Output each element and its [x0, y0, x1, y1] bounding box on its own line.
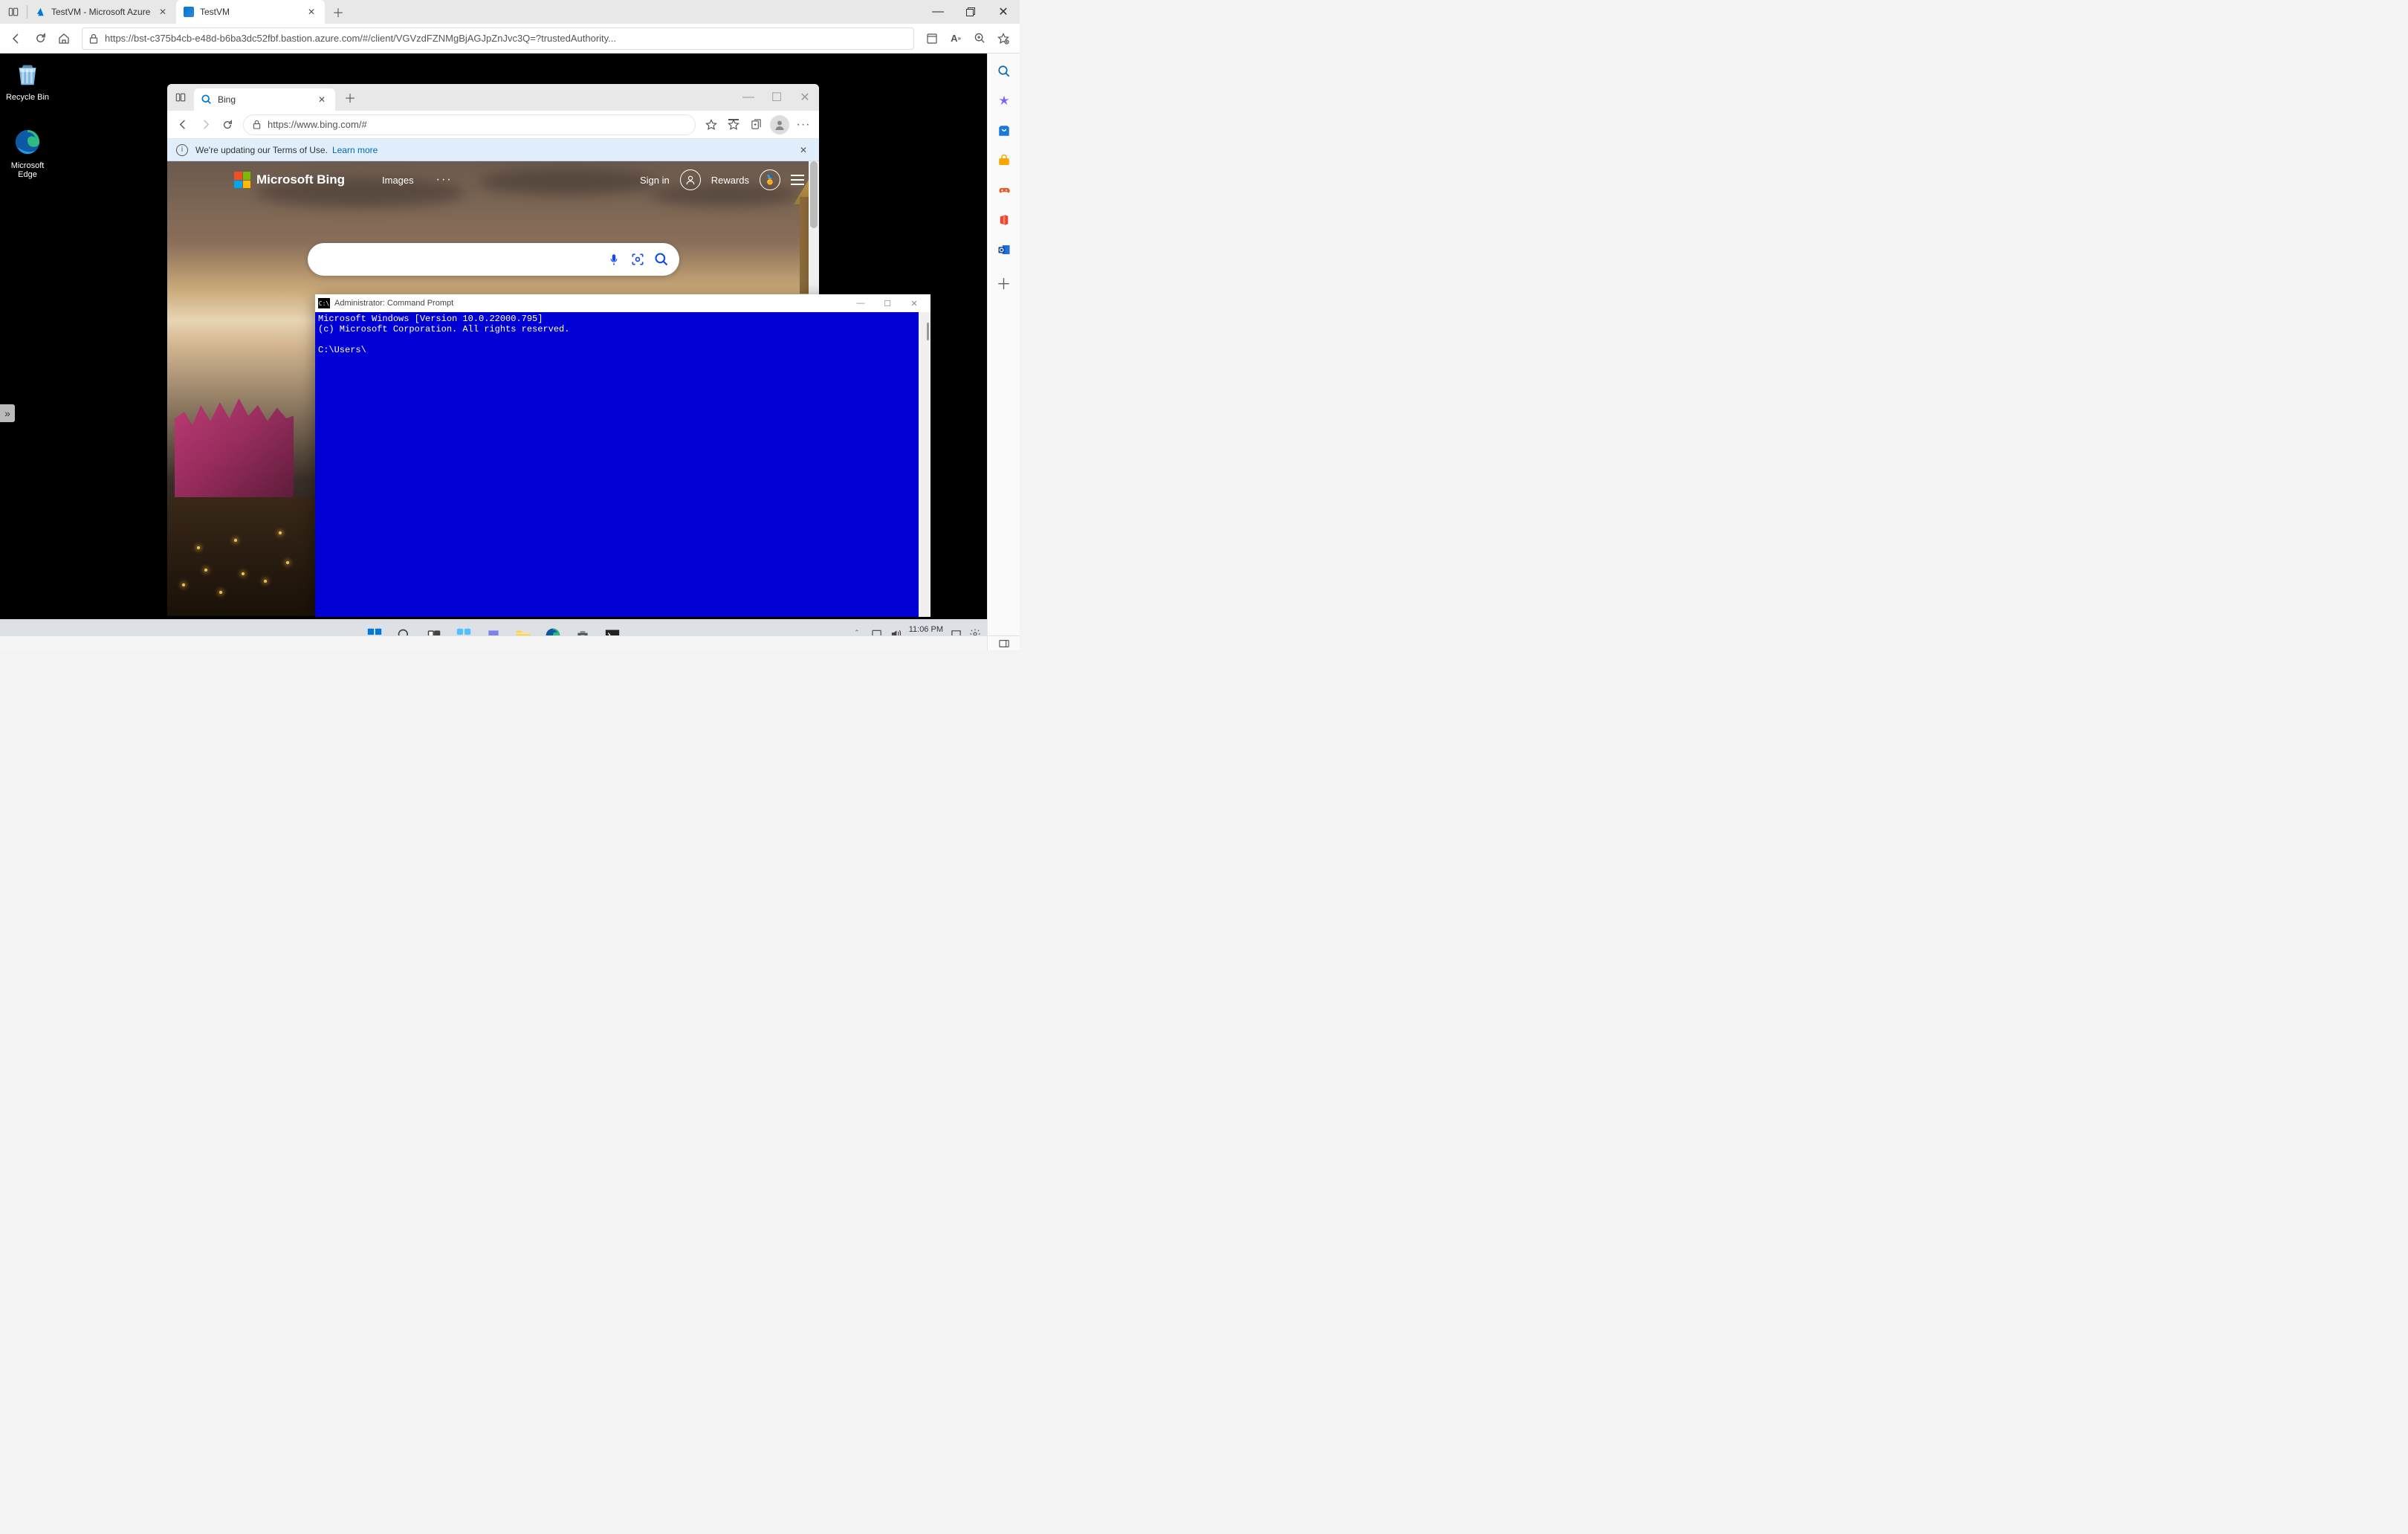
minimize-button[interactable]: — [922, 0, 954, 24]
zoom-icon[interactable] [968, 27, 991, 51]
sidebar-outlook-icon[interactable] [992, 238, 1016, 262]
edge-icon [13, 128, 42, 156]
lock-icon [88, 33, 99, 44]
inner-menu-button[interactable]: ··· [792, 114, 815, 136]
sidebar-add-button[interactable]: ＋ [992, 271, 1016, 294]
cmd-body[interactable]: Microsoft Windows [Version 10.0.22000.79… [315, 312, 930, 617]
close-icon[interactable]: ✕ [797, 142, 810, 158]
tou-link[interactable]: Learn more [332, 145, 378, 155]
mic-icon[interactable] [602, 247, 626, 271]
address-bar[interactable]: https://bst-c375b4cb-e48d-b6ba3dc52fbf.b… [82, 27, 914, 50]
inner-favorites-icon[interactable] [722, 114, 745, 136]
inner-close-button[interactable]: ✕ [791, 84, 819, 111]
favorites-icon[interactable] [991, 27, 1015, 51]
bing-logo-text: Microsoft Bing [256, 172, 345, 187]
inner-collections-icon[interactable] [745, 114, 767, 136]
tab-azure-title: TestVM - Microsoft Azure [51, 7, 154, 17]
sidebar-shopping-icon[interactable] [992, 119, 1016, 143]
close-button[interactable]: ✕ [987, 0, 1020, 24]
bing-searchbox [308, 243, 679, 276]
edge-label: Microsoft Edge [1, 161, 54, 179]
bastion-panel-toggle[interactable]: » [0, 404, 15, 422]
maximize-button[interactable] [954, 0, 987, 24]
edge-shortcut-icon[interactable]: Microsoft Edge [1, 128, 54, 179]
recycle-bin-label: Recycle Bin [1, 93, 54, 102]
inner-back-button[interactable] [172, 114, 194, 136]
hamburger-icon[interactable] [791, 175, 804, 185]
tou-text: We're updating our Terms of Use. [195, 145, 328, 155]
tab-azure[interactable]: TestVM - Microsoft Azure ✕ [27, 0, 176, 24]
outer-tabbar: TestVM - Microsoft Azure ✕ TestVM ✕ ＋ — … [0, 0, 1020, 24]
camera-icon[interactable] [626, 247, 650, 271]
user-icon[interactable] [680, 169, 701, 190]
inner-tab-bing[interactable]: Bing ✕ [194, 88, 335, 111]
search-icon [201, 94, 212, 105]
recycle-bin-icon[interactable]: Recycle Bin [1, 59, 54, 102]
sidebar-search-icon[interactable] [992, 59, 1016, 83]
outer-toolbar: https://bst-c375b4cb-e48d-b6ba3dc52fbf.b… [0, 24, 1020, 54]
inner-forward-button [194, 114, 216, 136]
sidebar-office-icon[interactable] [992, 208, 1016, 232]
content-area: Recycle Bin Microsoft Edge » [0, 54, 1020, 650]
azure-icon [35, 7, 45, 17]
home-button[interactable] [52, 27, 76, 51]
sidebar-games-icon[interactable] [992, 178, 1016, 202]
bastion-icon [184, 7, 194, 17]
cmd-minimize-button[interactable]: — [847, 294, 874, 312]
command-prompt-window: C:\ Administrator: Command Prompt — ☐ ✕ … [315, 294, 930, 617]
search-icon[interactable] [650, 247, 673, 271]
bing-header: Microsoft Bing Images ··· Sign in Reward… [167, 161, 819, 198]
inner-tab-title: Bing [218, 94, 313, 105]
inner-new-tab-button[interactable]: ＋ [340, 87, 360, 108]
app-mode-icon[interactable] [920, 27, 944, 51]
bing-logo[interactable]: Microsoft Bing [234, 172, 345, 188]
microsoft-logo-icon [234, 172, 250, 188]
new-tab-button[interactable]: ＋ [328, 1, 349, 22]
bing-images-link[interactable]: Images [382, 175, 414, 186]
remote-viewport[interactable]: Recycle Bin Microsoft Edge » [0, 54, 987, 650]
read-aloud-icon[interactable]: A» [944, 27, 968, 51]
castle-graphic [167, 297, 316, 616]
tab-actions-button[interactable] [0, 0, 27, 24]
close-icon[interactable]: ✕ [305, 6, 317, 18]
back-button[interactable] [4, 27, 28, 51]
clock-time: 11:06 PM [909, 625, 943, 635]
info-icon: i [176, 144, 188, 156]
inner-address-bar[interactable]: https://www.bing.com/# [243, 114, 696, 135]
inner-refresh-button[interactable] [216, 114, 239, 136]
bing-more-menu[interactable]: ··· [436, 173, 453, 187]
inner-star-icon[interactable] [700, 114, 722, 136]
edge-sidebar: ＋ [987, 54, 1020, 650]
lock-icon [251, 120, 262, 130]
address-url: https://bst-c375b4cb-e48d-b6ba3dc52fbf.b… [105, 33, 907, 44]
terms-banner: i We're updating our Terms of Use. Learn… [167, 139, 819, 161]
rewards-icon[interactable]: 🏅 [760, 169, 780, 190]
sidebar-discover-icon[interactable] [992, 89, 1016, 113]
inner-profile-icon[interactable] [770, 115, 789, 135]
inner-maximize-button[interactable]: ☐ [763, 84, 791, 111]
host-status-bar [0, 635, 987, 650]
bing-rewards-link[interactable]: Rewards [711, 175, 749, 186]
cmd-title-text: Administrator: Command Prompt [334, 299, 453, 308]
search-input[interactable] [321, 253, 602, 265]
inner-address-url: https://www.bing.com/# [268, 119, 367, 130]
cmd-close-button[interactable]: ✕ [901, 294, 928, 312]
inner-toolbar: https://www.bing.com/# ··· [167, 111, 819, 139]
side-pane-toggle[interactable] [987, 635, 1020, 650]
close-icon[interactable]: ✕ [157, 6, 169, 18]
cmd-titlebar[interactable]: C:\ Administrator: Command Prompt — ☐ ✕ [315, 294, 930, 312]
refresh-button[interactable] [28, 27, 52, 51]
cmd-scrollbar[interactable] [919, 312, 930, 617]
sidebar-tools-icon[interactable] [992, 149, 1016, 172]
inner-tabbar: Bing ✕ ＋ — ☐ ✕ [167, 84, 819, 111]
close-icon[interactable]: ✕ [316, 94, 328, 106]
bing-signin-link[interactable]: Sign in [640, 175, 670, 186]
inner-tab-actions-button[interactable] [167, 84, 194, 111]
cmd-icon: C:\ [318, 298, 330, 308]
bin-icon [13, 59, 42, 88]
inner-minimize-button[interactable]: — [734, 84, 763, 111]
tab-bastion-title: TestVM [200, 7, 302, 17]
tab-bastion[interactable]: TestVM ✕ [176, 0, 325, 24]
cmd-maximize-button[interactable]: ☐ [874, 294, 901, 312]
